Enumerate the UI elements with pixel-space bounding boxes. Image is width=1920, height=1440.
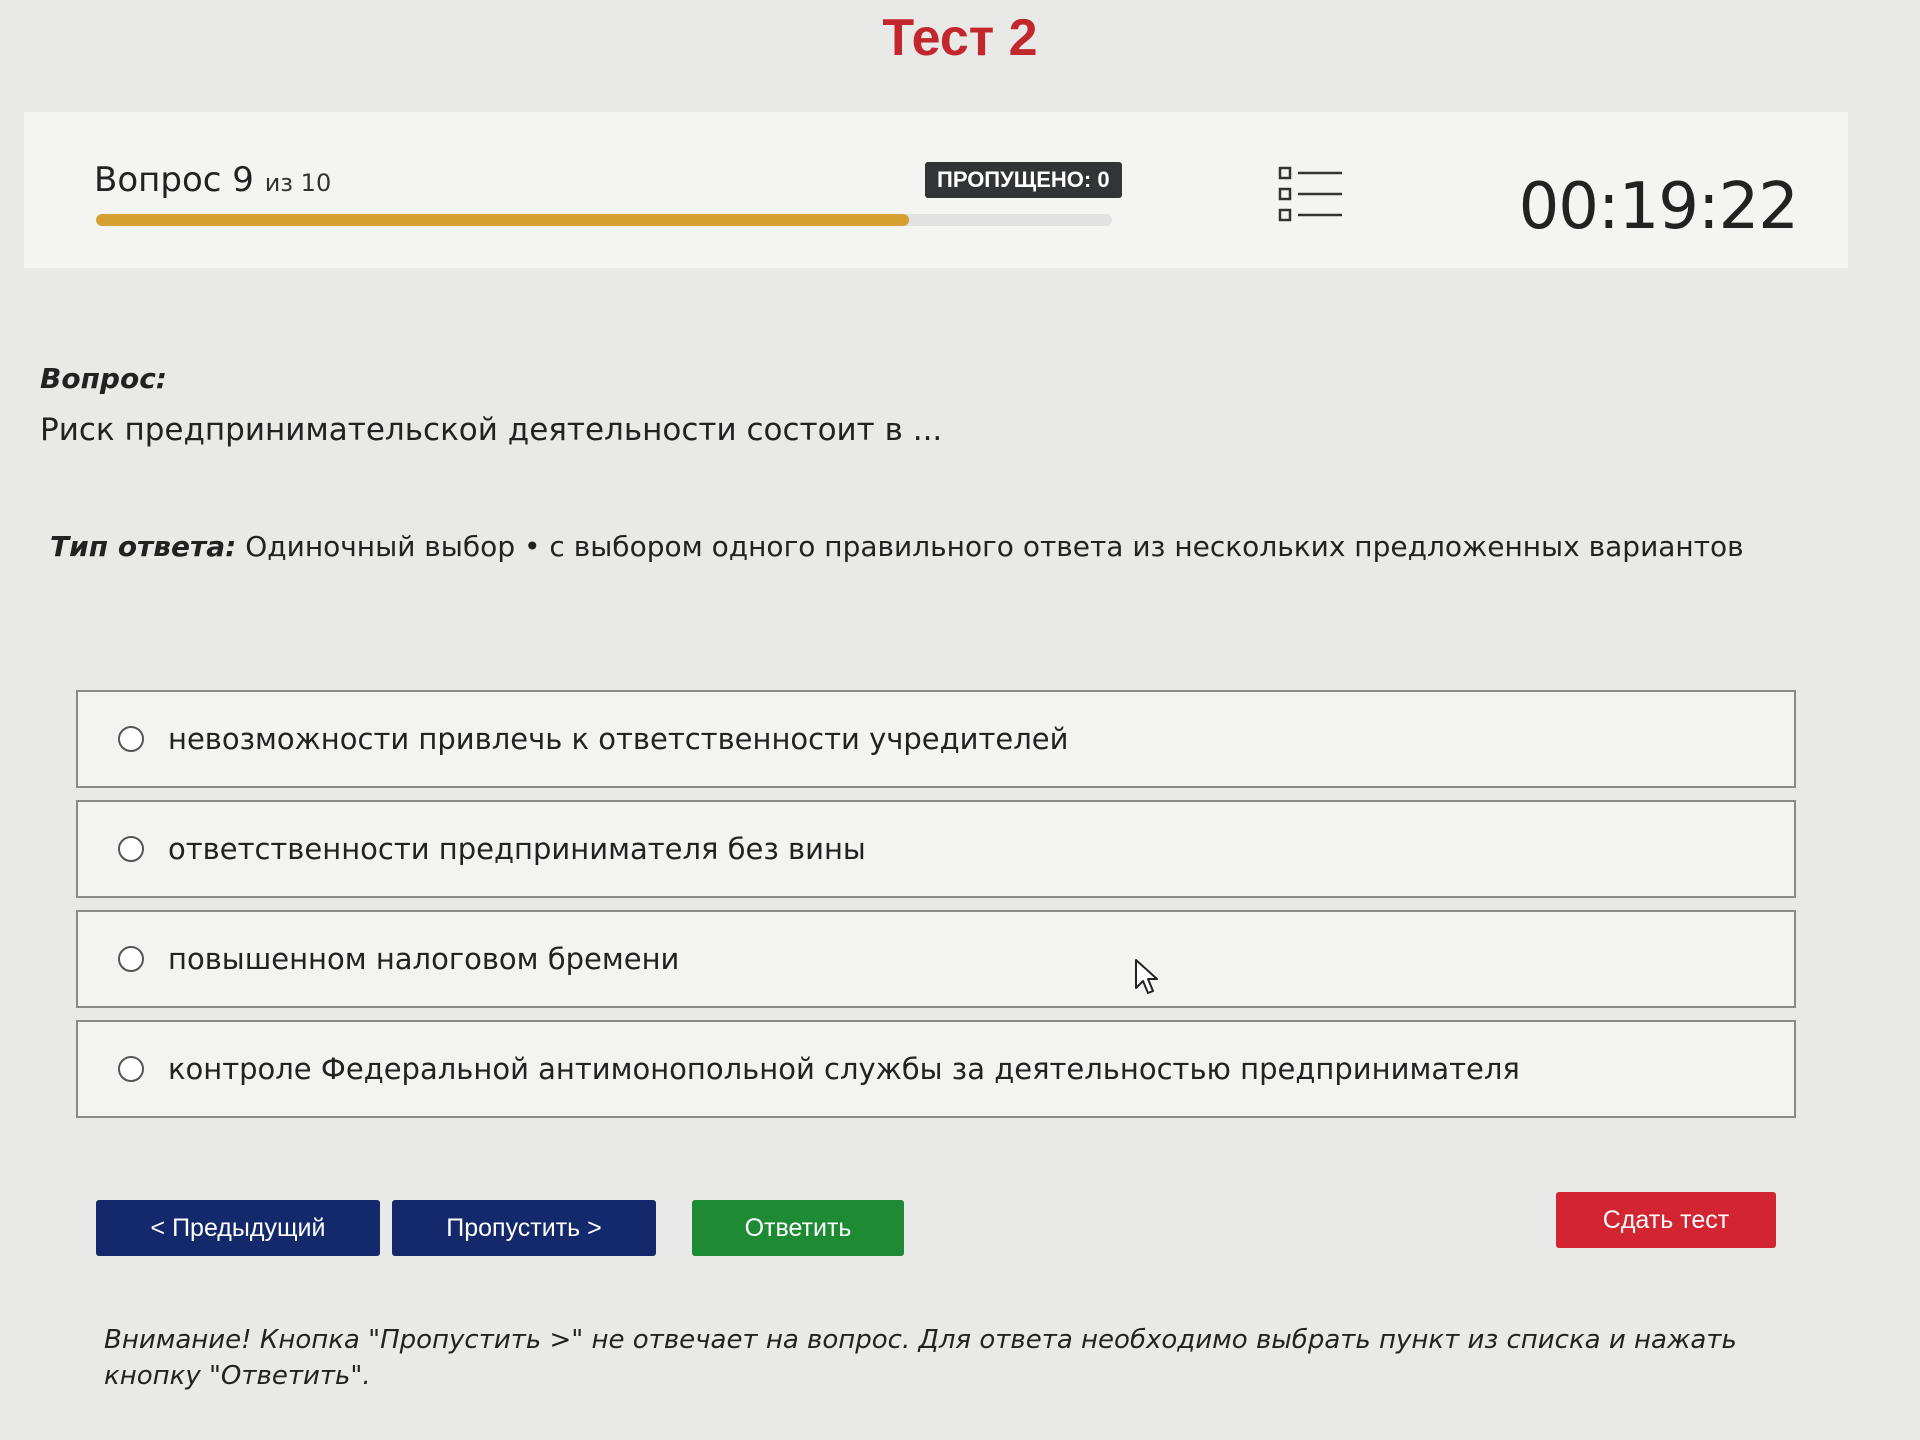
- question-text: Риск предпринимательской деятельности со…: [40, 412, 943, 448]
- submit-test-button[interactable]: Сдать тест: [1556, 1192, 1776, 1248]
- progress-bar: [96, 214, 1112, 226]
- radio-button[interactable]: [118, 946, 144, 972]
- question-label: Вопрос:: [40, 362, 167, 395]
- list-icon[interactable]: [1276, 164, 1346, 224]
- previous-button[interactable]: < Предыдущий: [96, 1200, 380, 1256]
- page-title: Тест 2: [882, 9, 1038, 67]
- option-text: контроле Федеральной антимонопольной слу…: [168, 1052, 1520, 1086]
- radio-button[interactable]: [118, 836, 144, 862]
- answer-option-1[interactable]: невозможности привлечь к ответственности…: [76, 690, 1796, 788]
- answer-button[interactable]: Ответить: [692, 1200, 904, 1256]
- radio-button[interactable]: [118, 1056, 144, 1082]
- answer-option-2[interactable]: ответственности предпринимателя без вины: [76, 800, 1796, 898]
- progress-bar-fill: [96, 214, 909, 226]
- option-text: ответственности предпринимателя без вины: [168, 832, 866, 866]
- question-counter: Вопрос 9 из 10: [94, 160, 331, 200]
- question-total: из 10: [264, 169, 332, 197]
- answer-options: невозможности привлечь к ответственности…: [76, 690, 1796, 1130]
- answer-type-label: Тип ответа:: [50, 530, 237, 563]
- answer-type: Тип ответа: Одиночный выбор • с выбором …: [50, 530, 1744, 563]
- mouse-cursor-icon: [1134, 958, 1160, 996]
- skipped-badge: ПРОПУЩЕНО: 0: [925, 162, 1122, 198]
- progress-panel: Вопрос 9 из 10 ПРОПУЩЕНО: 0 00:19:22: [24, 112, 1848, 268]
- timer: 00:19:22: [1518, 170, 1799, 244]
- warning-note: Внимание! Кнопка "Пропустить >" не отвеч…: [104, 1325, 1737, 1391]
- skip-button[interactable]: Пропустить >: [392, 1200, 656, 1256]
- answer-type-value: Одиночный выбор • с выбором одного прави…: [245, 530, 1744, 563]
- option-text: невозможности привлечь к ответственности…: [168, 722, 1069, 756]
- answer-option-4[interactable]: контроле Федеральной антимонопольной слу…: [76, 1020, 1796, 1118]
- question-number: Вопрос 9: [94, 160, 254, 200]
- radio-button[interactable]: [118, 726, 144, 752]
- answer-option-3[interactable]: повышенном налоговом бремени: [76, 910, 1796, 1008]
- option-text: повышенном налоговом бремени: [168, 942, 680, 976]
